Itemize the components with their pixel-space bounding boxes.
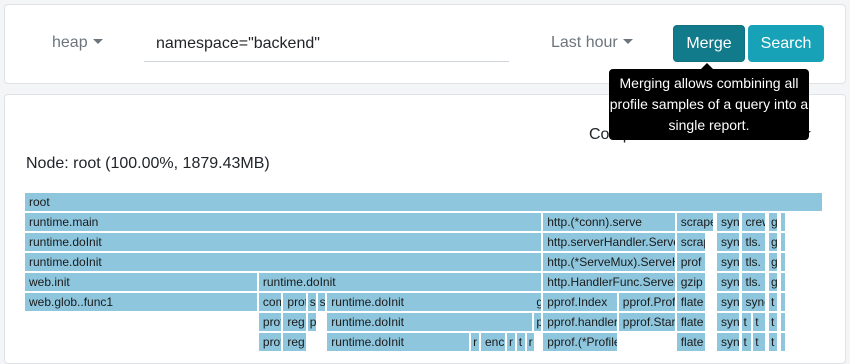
flamegraph-frame[interactable]: pprof.StartCPUProfile [618,313,675,331]
flamegraph-frame[interactable] [780,313,785,331]
merge-button[interactable]: Merge [673,25,745,62]
time-range-label: Last hour [551,34,618,51]
flamegraph-frame[interactable]: runtime.doInit [25,253,542,271]
flamegraph-frame[interactable] [780,213,785,231]
flamegraph-frame[interactable]: sync [717,293,739,311]
profile-type-dropdown[interactable]: heap [52,34,103,52]
flamegraph-frame[interactable]: sync [717,273,739,291]
flamegraph-frame[interactable]: tls. [741,253,765,271]
flamegraph-frame[interactable]: t [769,293,777,311]
flamegraph-frame[interactable]: scrape [676,233,706,251]
flamegraph-frame[interactable]: runtime.doInit [327,293,542,311]
flamegraph-frame[interactable]: g [534,293,542,311]
flamegraph-frame[interactable]: gzip [676,273,706,291]
flamegraph-frame[interactable] [780,253,785,271]
chevron-down-icon [622,39,633,44]
flamegraph-frame[interactable]: prof [676,253,706,271]
selected-node-label: Node: root (100.00%, 1879.43MB) [26,155,270,172]
flamegraph-frame[interactable]: t [741,313,752,331]
flamegraph-frame[interactable]: p [534,313,542,331]
flamegraph-frame[interactable]: s [317,293,326,311]
flamegraph-frame[interactable]: crew [741,213,765,231]
flamegraph-frame[interactable] [780,293,785,311]
flamegraph-frame[interactable]: g [769,273,777,291]
flamegraph-frame[interactable]: runtime.doInit [327,333,469,351]
flamegraph-frame[interactable]: proto [258,313,282,331]
flamegraph-frame[interactable]: g [769,233,777,251]
flamegraph-frame[interactable]: t [741,333,752,351]
flamegraph-frame[interactable]: r [526,333,535,351]
flamegraph-frame[interactable]: http.HandlerFunc.ServeHTTP [543,273,675,291]
flamegraph-frame[interactable]: http.serverHandler.ServeHTTP [543,233,675,251]
flamegraph-frame[interactable] [780,233,785,251]
flamegraph-frame[interactable] [780,333,785,351]
flamegraph-frame[interactable]: r [507,333,515,351]
flamegraph-frame[interactable]: web.init [25,273,257,291]
flamegraph-frame[interactable]: runtime.doInit [327,313,533,331]
flamegraph-frame[interactable]: tls. [741,233,765,251]
flamegraph-frame[interactable]: g [769,213,777,231]
flamegraph-frame[interactable]: reg [283,333,306,351]
merge-tooltip: Merging allows combining all profile sam… [609,69,809,140]
flamegraph-frame[interactable]: flate [676,313,706,331]
flamegraph-frame[interactable]: pprof.(*Profile) [543,333,617,351]
flamegraph-frame[interactable]: flate [676,333,706,351]
flamegraph-frame[interactable]: runtime.doInit [258,273,542,291]
flamegraph-frame[interactable]: proto [258,333,282,351]
flamegraph-frame[interactable]: pprof.Profile [618,293,675,311]
time-range-dropdown[interactable]: Last hour [551,34,633,52]
flamegraph-frame[interactable]: pprof.handler [543,313,617,331]
flamegraph-frame[interactable]: t [516,333,525,351]
flamegraph-frame[interactable]: s [307,293,316,311]
flamegraph-frame[interactable]: t [769,313,777,331]
flamegraph-frame[interactable]: runtime.doInit [25,233,542,251]
search-button[interactable]: Search [748,25,824,62]
flamegraph-frame[interactable]: root [25,193,822,211]
flamegraph-frame[interactable]: tls. [741,273,765,291]
flamegraph-frame[interactable]: g [769,253,777,271]
flamegraph-frame[interactable]: flate [676,293,706,311]
flamegraph-frame[interactable]: http.(*conn).serve [543,213,675,231]
flamegraph-frame[interactable]: runtime.main [25,213,542,231]
flamegraph-frame[interactable]: sync [741,293,765,311]
flamegraph-frame[interactable]: t [753,313,765,331]
tooltip-text: Merging allows combining all profile sam… [609,75,809,133]
profile-type-label: heap [52,34,88,51]
flamegraph-frame[interactable]: sync [717,313,739,331]
flamegraph-frame[interactable]: pprof.Index [543,293,617,311]
flamegraph-frame[interactable] [780,273,785,291]
flamegraph-frame[interactable]: proto [283,293,306,311]
flamegraph-frame[interactable]: sync [717,333,739,351]
flamegraph-frame[interactable]: web.glob..func1 [25,293,257,311]
flamegraph-frame[interactable]: t [753,333,765,351]
flamegraph-frame[interactable]: scrape [676,213,713,231]
query-input[interactable] [144,26,509,62]
flamegraph-frame[interactable]: p [307,313,316,331]
flamegraph-frame[interactable]: http.(*ServeMux).ServeHTTP [543,253,675,271]
flamegraph-frame[interactable]: r [471,333,479,351]
flamegraph-frame[interactable]: reg [283,313,306,331]
flamegraph-frame[interactable]: compress [258,293,282,311]
flamegraph-frame[interactable]: sync [717,233,739,251]
flamegraph-frame[interactable]: t [769,333,777,351]
flamegraph-frame[interactable]: enc [481,333,505,351]
flamegraph-frame[interactable]: sync [717,213,739,231]
flamegraph-frame[interactable]: sync [717,253,739,271]
chevron-down-icon [92,39,103,44]
